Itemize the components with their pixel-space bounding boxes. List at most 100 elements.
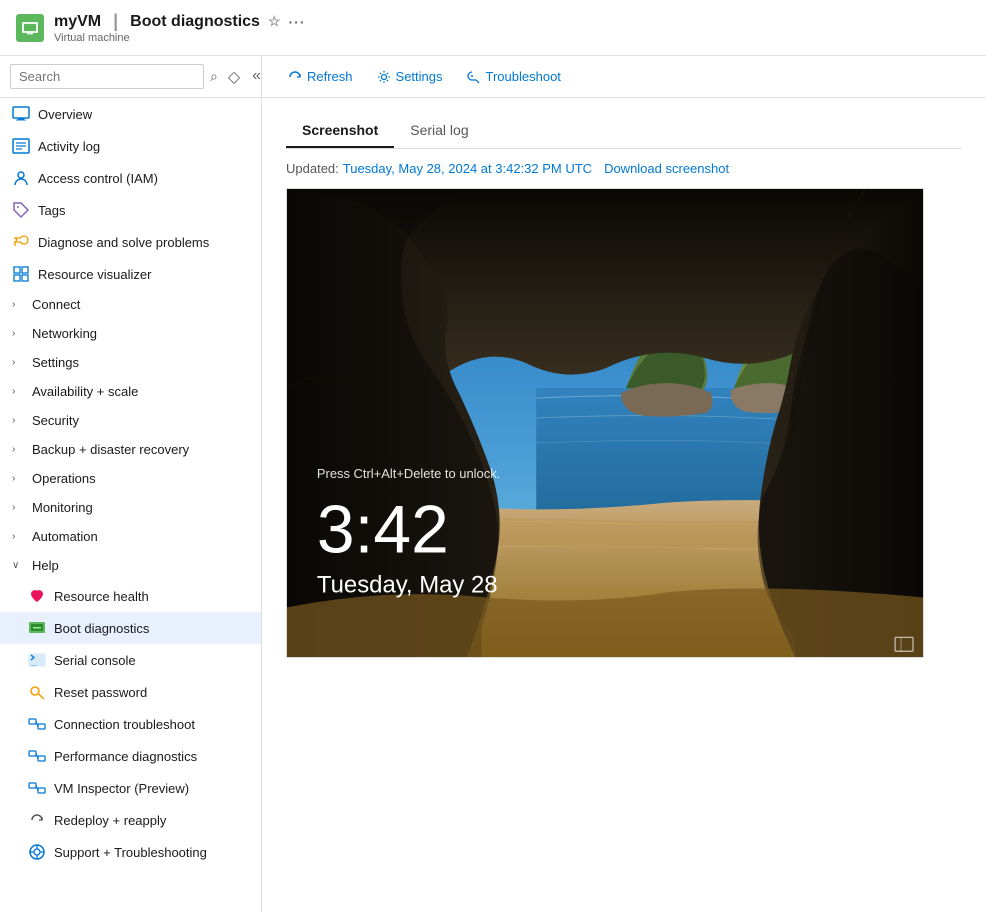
chevron-right-icon: › xyxy=(12,328,24,339)
sidebar-item-monitoring[interactable]: › Monitoring xyxy=(0,493,261,522)
refresh-button[interactable]: Refresh xyxy=(278,64,363,89)
vm-subtitle: Virtual machine xyxy=(54,32,306,44)
troubleshoot-label: Troubleshoot xyxy=(486,69,561,84)
more-options-icon[interactable]: ··· xyxy=(289,14,306,30)
sidebar-item-resource-health[interactable]: Resource health xyxy=(0,580,261,612)
sidebar-item-backup-disaster[interactable]: › Backup + disaster recovery xyxy=(0,435,261,464)
sidebar-item-connection-troubleshoot[interactable]: Connection troubleshoot xyxy=(0,708,261,740)
list-icon xyxy=(12,137,30,155)
status-line: Updated: Tuesday, May 28, 2024 at 3:42:3… xyxy=(286,161,962,176)
sidebar-label-networking: Networking xyxy=(32,326,97,341)
sidebar-label-automation: Automation xyxy=(32,529,98,544)
chevron-right-icon: › xyxy=(12,502,24,513)
sidebar-item-diagnose[interactable]: Diagnose and solve problems xyxy=(0,226,261,258)
sidebar-label-tags: Tags xyxy=(38,203,65,218)
settings-button[interactable]: Settings xyxy=(367,64,453,89)
sidebar-label-diagnose: Diagnose and solve problems xyxy=(38,235,209,250)
tag-icon xyxy=(12,201,30,219)
refresh-label: Refresh xyxy=(307,69,353,84)
sidebar-item-support-troubleshooting[interactable]: Support + Troubleshooting xyxy=(0,836,261,868)
main-content: Refresh Settings Troubleshoot Screenshot… xyxy=(262,56,986,912)
grid-icon xyxy=(12,265,30,283)
sidebar-label-activity-log: Activity log xyxy=(38,139,100,154)
sidebar: ⌕ ◇ « Overview Activity log Access contr… xyxy=(0,56,262,912)
sidebar-label-connection-troubleshoot: Connection troubleshoot xyxy=(54,717,195,732)
vm-icon xyxy=(16,14,44,42)
sidebar-label-settings: Settings xyxy=(32,355,79,370)
sidebar-label-help: Help xyxy=(32,558,59,573)
tab-screenshot[interactable]: Screenshot xyxy=(286,114,394,148)
sidebar-item-activity-log[interactable]: Activity log xyxy=(0,130,261,162)
sidebar-label-overview: Overview xyxy=(38,107,92,122)
sidebar-item-overview[interactable]: Overview xyxy=(0,98,261,130)
sidebar-label-backup-disaster: Backup + disaster recovery xyxy=(32,442,189,457)
sidebar-label-redeploy-reapply: Redeploy + reapply xyxy=(54,813,166,828)
sidebar-item-access-control[interactable]: Access control (IAM) xyxy=(0,162,261,194)
svg-text:Press Ctrl+Alt+Delete to unloc: Press Ctrl+Alt+Delete to unlock. xyxy=(317,466,500,481)
content-toolbar: Refresh Settings Troubleshoot xyxy=(262,56,986,98)
sidebar-item-operations[interactable]: › Operations xyxy=(0,464,261,493)
chevron-right-icon: › xyxy=(12,473,24,484)
monitor-icon xyxy=(12,105,30,123)
wrench-icon xyxy=(12,233,30,251)
chevron-right-icon: › xyxy=(12,444,24,455)
sidebar-item-availability-scale[interactable]: › Availability + scale xyxy=(0,377,261,406)
sidebar-label-vm-inspector: VM Inspector (Preview) xyxy=(54,781,189,796)
sidebar-item-resource-visualizer[interactable]: Resource visualizer xyxy=(0,258,261,290)
redeploy-icon xyxy=(28,811,46,829)
tab-serial-log[interactable]: Serial log xyxy=(394,114,484,148)
sidebar-item-settings[interactable]: › Settings xyxy=(0,348,261,377)
inspect-icon xyxy=(28,779,46,797)
command-icon[interactable]: ◇ xyxy=(224,65,244,89)
sidebar-item-automation[interactable]: › Automation xyxy=(0,522,261,551)
content-body: Screenshot Serial log Updated: Tuesday, … xyxy=(262,98,986,674)
troubleshoot-button[interactable]: Troubleshoot xyxy=(457,64,571,89)
sidebar-label-serial-console: Serial console xyxy=(54,653,136,668)
header-title: myVM | Boot diagnostics ☆ ··· Virtual ma… xyxy=(54,11,306,44)
boot-icon xyxy=(28,619,46,637)
perf-icon xyxy=(28,747,46,765)
sidebar-label-security: Security xyxy=(32,413,79,428)
connection-icon xyxy=(28,715,46,733)
collapse-icon[interactable]: « xyxy=(248,65,262,89)
search-bar: ⌕ ◇ « xyxy=(0,56,261,98)
sidebar-label-operations: Operations xyxy=(32,471,96,486)
sidebar-item-connect[interactable]: › Connect xyxy=(0,290,261,319)
sidebar-label-resource-health: Resource health xyxy=(54,589,149,604)
download-screenshot-link[interactable]: Download screenshot xyxy=(604,161,729,176)
sidebar-item-performance-diagnostics[interactable]: Performance diagnostics xyxy=(0,740,261,772)
sidebar-item-security[interactable]: › Security xyxy=(0,406,261,435)
page-title: Boot diagnostics xyxy=(130,13,260,31)
search-input[interactable] xyxy=(10,64,204,89)
chevron-right-icon: › xyxy=(12,415,24,426)
chevron-right-icon: › xyxy=(12,531,24,542)
sidebar-item-tags[interactable]: Tags xyxy=(0,194,261,226)
person-icon xyxy=(12,169,30,187)
sidebar-label-monitoring: Monitoring xyxy=(32,500,93,515)
tab-bar: Screenshot Serial log xyxy=(286,114,962,149)
sidebar-item-redeploy-reapply[interactable]: Redeploy + reapply xyxy=(0,804,261,836)
sidebar-label-boot-diagnostics: Boot diagnostics xyxy=(54,621,149,636)
sidebar-item-serial-console[interactable]: _ Serial console xyxy=(0,644,261,676)
sidebar-label-support-troubleshooting: Support + Troubleshooting xyxy=(54,845,207,860)
sidebar-item-help[interactable]: ∨ Help xyxy=(0,551,261,580)
favorite-icon[interactable]: ☆ xyxy=(268,13,281,30)
header-separator: | xyxy=(113,11,118,32)
sidebar-item-networking[interactable]: › Networking xyxy=(0,319,261,348)
console-icon: _ xyxy=(28,651,46,669)
screenshot-preview: Press Ctrl+Alt+Delete to unlock. 3:42 Tu… xyxy=(286,188,924,658)
sidebar-label-availability-scale: Availability + scale xyxy=(32,384,138,399)
updated-date: Tuesday, May 28, 2024 at 3:42:32 PM UTC xyxy=(343,161,592,176)
search-icon[interactable]: ⌕ xyxy=(210,68,218,85)
svg-text:Tuesday, May 28: Tuesday, May 28 xyxy=(317,571,498,598)
sidebar-label-connect: Connect xyxy=(32,297,80,312)
sidebar-item-vm-inspector[interactable]: VM Inspector (Preview) xyxy=(0,772,261,804)
sidebar-label-resource-visualizer: Resource visualizer xyxy=(38,267,151,282)
settings-label: Settings xyxy=(396,69,443,84)
sidebar-label-performance-diagnostics: Performance diagnostics xyxy=(54,749,197,764)
sidebar-item-boot-diagnostics[interactable]: Boot diagnostics xyxy=(0,612,261,644)
chevron-down-icon: ∨ xyxy=(12,560,24,571)
updated-label: Updated: xyxy=(286,161,339,176)
sidebar-label-reset-password: Reset password xyxy=(54,685,147,700)
sidebar-item-reset-password[interactable]: Reset password xyxy=(0,676,261,708)
